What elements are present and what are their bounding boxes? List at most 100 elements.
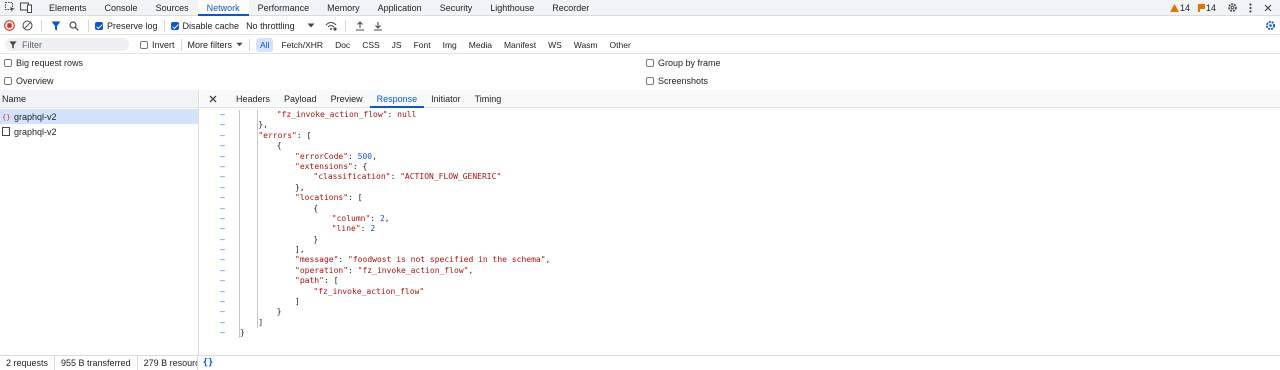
tab-performance[interactable]: Performance: [249, 0, 319, 16]
detail-tab-headers[interactable]: Headers: [229, 90, 277, 108]
checkbox-checked[interactable]: [95, 21, 103, 30]
filter-chip-all[interactable]: All: [256, 37, 274, 52]
detail-tab-payload[interactable]: Payload: [277, 90, 324, 108]
import-har-upload-icon[interactable]: [352, 18, 368, 34]
fold-gutter-mark[interactable]: –: [220, 214, 228, 224]
filter-chip-img[interactable]: Img: [439, 38, 461, 52]
filter-chip-css[interactable]: CSS: [358, 38, 383, 52]
group-by-frame-checkbox[interactable]: Group by frame: [646, 58, 721, 68]
screenshots-checkbox[interactable]: Screenshots: [646, 76, 708, 86]
overview-checkbox[interactable]: Overview: [4, 76, 54, 86]
checkbox-unchecked[interactable]: [646, 59, 654, 67]
fold-gutter-mark[interactable]: –: [220, 141, 228, 151]
filter-funnel-icon[interactable]: [48, 18, 64, 34]
close-devtools-icon[interactable]: [1260, 0, 1276, 16]
fold-gutter-mark[interactable]: –: [220, 266, 228, 276]
preserve-log-checkbox[interactable]: Preserve log: [95, 21, 158, 31]
fold-gutter-mark[interactable]: –: [220, 131, 228, 141]
close-detail-icon[interactable]: [205, 91, 221, 107]
filter-input[interactable]: Filter: [5, 38, 129, 51]
warnings-badge[interactable]: 14: [1169, 3, 1190, 13]
fold-gutter-mark[interactable]: –: [220, 328, 228, 338]
filter-chip-font[interactable]: Font: [410, 38, 435, 52]
more-options-icon[interactable]: [1242, 0, 1258, 16]
filter-chip-other[interactable]: Other: [606, 38, 635, 52]
network-settings-gear-icon[interactable]: [1262, 18, 1278, 34]
fold-gutter-mark[interactable]: –: [220, 276, 228, 286]
clear-icon[interactable]: [19, 18, 35, 34]
fold-gutter-mark[interactable]: –: [220, 120, 228, 130]
filter-chip-manifest[interactable]: Manifest: [500, 38, 540, 52]
tab-memory[interactable]: Memory: [318, 0, 369, 16]
filter-chip-fetchxhr[interactable]: Fetch/XHR: [277, 38, 327, 52]
fold-gutter-mark[interactable]: –: [220, 235, 228, 245]
tab-lighthouse[interactable]: Lighthouse: [481, 0, 543, 16]
record-stop-icon[interactable]: [1, 18, 17, 34]
detail-tab-response[interactable]: Response: [369, 90, 425, 108]
code-token: ]: [295, 297, 300, 307]
detail-tab-preview[interactable]: Preview: [324, 90, 370, 108]
tab-elements[interactable]: Elements: [40, 0, 96, 16]
checkbox-checked[interactable]: [170, 21, 179, 30]
code-token: null: [397, 110, 417, 119]
filter-chip-doc[interactable]: Doc: [331, 38, 354, 52]
response-body[interactable]: – "fz_invoke_action_flow": null –}, – "error…: [200, 110, 1280, 339]
fold-gutter-mark[interactable]: –: [220, 224, 228, 234]
name-column-header[interactable]: Name: [0, 90, 198, 108]
code-token: :: [348, 151, 358, 161]
fold-gutter-mark[interactable]: –: [220, 193, 228, 203]
filter-chip-media[interactable]: Media: [465, 38, 496, 52]
fold-gutter-mark[interactable]: –: [220, 152, 228, 162]
inspect-element-icon[interactable]: [2, 0, 18, 16]
tab-application[interactable]: Application: [369, 0, 431, 16]
code-token: }: [313, 234, 319, 244]
fold-gutter-mark[interactable]: –: [220, 307, 228, 317]
transferred-size: 955 B transferred: [55, 355, 138, 370]
filter-chip-wasm[interactable]: Wasm: [570, 38, 602, 52]
network-conditions-wifi-icon[interactable]: [323, 18, 339, 34]
device-toolbar-icon[interactable]: [18, 0, 34, 16]
checkbox-unchecked[interactable]: [4, 59, 12, 67]
tab-security[interactable]: Security: [431, 0, 482, 16]
pretty-print-icon[interactable]: {}: [203, 358, 214, 368]
code-token: },: [295, 182, 305, 192]
fold-gutter-mark[interactable]: –: [220, 287, 228, 297]
tab-recorder[interactable]: Recorder: [543, 0, 598, 16]
tab-network[interactable]: Network: [197, 0, 249, 16]
fold-gutter-mark[interactable]: –: [220, 245, 228, 255]
detail-tab-timing[interactable]: Timing: [468, 90, 509, 108]
issues-badge[interactable]: 14: [1197, 3, 1216, 13]
fold-gutter-mark[interactable]: –: [220, 162, 228, 172]
checkbox-unchecked[interactable]: [140, 40, 148, 49]
detail-tabs: Headers Payload Preview Response Initiator Ti…: [200, 90, 1280, 108]
filter-icon: [9, 40, 17, 49]
tab-console[interactable]: Console: [96, 0, 147, 16]
fold-gutter-mark[interactable]: –: [220, 172, 228, 182]
fold-gutter-mark[interactable]: –: [220, 110, 228, 120]
tab-sources[interactable]: Sources: [147, 0, 198, 16]
export-har-download-icon[interactable]: [370, 18, 386, 34]
big-request-rows-checkbox[interactable]: Big request rows: [4, 58, 83, 68]
settings-gear-icon[interactable]: [1224, 0, 1240, 16]
fold-gutter-mark[interactable]: –: [220, 318, 228, 328]
code-token: "fz_invoke_action_flow": [313, 286, 425, 296]
search-icon[interactable]: [66, 18, 82, 34]
request-row[interactable]: graphql-v2: [0, 124, 198, 139]
fold-gutter-mark[interactable]: –: [220, 183, 228, 193]
fold-gutter-mark[interactable]: –: [220, 204, 228, 214]
checkbox-unchecked[interactable]: [4, 77, 12, 85]
filter-chip-js[interactable]: JS: [388, 38, 406, 52]
invert-checkbox[interactable]: Invert: [140, 40, 175, 50]
code-token: : {: [352, 161, 368, 171]
more-filters-dropdown[interactable]: More filters: [188, 40, 244, 50]
fold-gutter-mark[interactable]: –: [220, 297, 228, 307]
checkbox-unchecked[interactable]: [646, 77, 654, 85]
disable-cache-checkbox[interactable]: Disable cache: [170, 21, 239, 31]
detail-tab-initiator[interactable]: Initiator: [424, 90, 468, 108]
filter-chip-ws[interactable]: WS: [544, 38, 566, 52]
fold-gutter-mark[interactable]: –: [220, 255, 228, 265]
throttling-select[interactable]: No throttling: [246, 21, 315, 31]
code-token: "fz_invoke_action_flow": [357, 265, 469, 275]
request-row[interactable]: {} graphql-v2: [0, 109, 198, 124]
code-token: "extensions": [295, 161, 353, 171]
